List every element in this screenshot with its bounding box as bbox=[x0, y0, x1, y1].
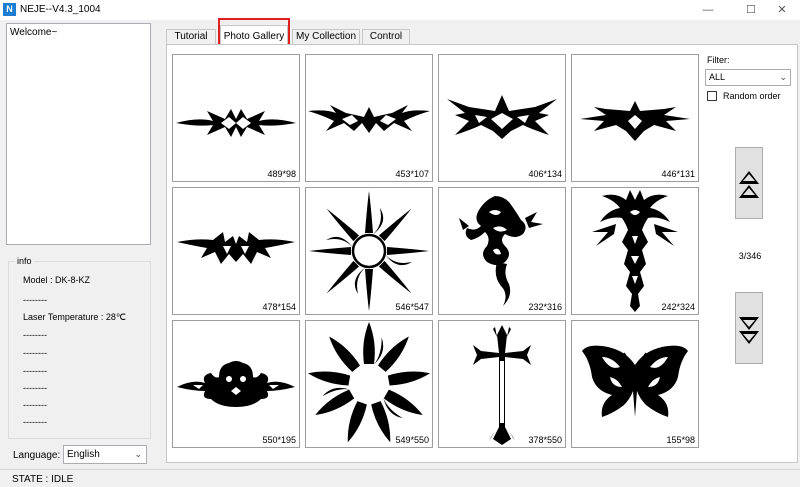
language-value: English bbox=[67, 449, 100, 460]
filter-select[interactable]: ALL ⌄ bbox=[705, 69, 791, 86]
tribal-band-icon bbox=[308, 105, 430, 133]
tab-control[interactable]: Control bbox=[362, 29, 410, 45]
image-dimensions: 155*98 bbox=[666, 435, 695, 445]
window-title: NEJE--V4.3_1004 bbox=[20, 4, 101, 15]
title-bar: N NEJE--V4.3_1004 — ☐ ✕ bbox=[0, 0, 800, 20]
info-separator: -------- bbox=[23, 417, 47, 427]
status-bar: STATE : IDLE bbox=[0, 469, 800, 487]
info-separator: -------- bbox=[23, 400, 47, 410]
tribal-figure-icon bbox=[592, 190, 678, 312]
gallery-item[interactable]: 155*98 bbox=[571, 320, 699, 448]
app-logo-icon: N bbox=[3, 3, 16, 16]
image-dimensions: 453*107 bbox=[395, 169, 429, 179]
gallery-item[interactable]: 406*134 bbox=[438, 54, 566, 182]
lion-band-icon bbox=[177, 361, 295, 407]
gallery-item[interactable]: 546*547 bbox=[305, 187, 433, 315]
cross-icon bbox=[473, 325, 531, 445]
log-textarea[interactable]: Welcome~ bbox=[6, 23, 151, 245]
gallery-item[interactable]: 453*107 bbox=[305, 54, 433, 182]
photo-gallery-panel: 489*98 453*107 406*134 446*131 478*154 5… bbox=[166, 44, 798, 463]
tribal-band-icon bbox=[447, 95, 557, 139]
image-dimensions: 378*550 bbox=[528, 435, 562, 445]
info-separator: -------- bbox=[23, 295, 47, 305]
page-up-button[interactable] bbox=[735, 147, 763, 219]
info-separator: -------- bbox=[23, 383, 47, 393]
image-dimensions: 489*98 bbox=[267, 169, 296, 179]
image-dimensions: 550*195 bbox=[262, 435, 296, 445]
image-dimensions: 446*131 bbox=[661, 169, 695, 179]
tab-tutorial[interactable]: Tutorial bbox=[166, 29, 216, 45]
tab-my-collection[interactable]: My Collection bbox=[292, 29, 360, 45]
chevron-down-icon: ⌄ bbox=[779, 72, 787, 82]
image-dimensions: 242*324 bbox=[661, 302, 695, 312]
arrow-up-icon bbox=[739, 171, 759, 198]
random-order-label: Random order bbox=[723, 91, 781, 101]
info-separator: -------- bbox=[23, 330, 47, 340]
info-separator: -------- bbox=[23, 366, 47, 376]
gallery-item[interactable]: 550*195 bbox=[172, 320, 300, 448]
tribal-band-icon bbox=[176, 109, 296, 137]
gallery-item[interactable]: 446*131 bbox=[571, 54, 699, 182]
dragon-icon bbox=[459, 196, 543, 306]
arrow-down-icon bbox=[739, 317, 759, 344]
info-panel: info Model : DK-8-KZ -------- Laser Temp… bbox=[8, 256, 151, 439]
laser-temperature-text: Laser Temperature : 28℃ bbox=[23, 312, 126, 322]
gallery-item[interactable]: 242*324 bbox=[571, 187, 699, 315]
page-down-button[interactable] bbox=[735, 292, 763, 364]
image-dimensions: 549*550 bbox=[395, 435, 429, 445]
gallery-item[interactable]: 549*550 bbox=[305, 320, 433, 448]
tribal-sun-icon bbox=[309, 191, 429, 311]
close-button[interactable]: ✕ bbox=[768, 2, 796, 18]
image-dimensions: 406*134 bbox=[528, 169, 562, 179]
filter-value: ALL bbox=[709, 72, 726, 82]
gallery-item[interactable]: 378*550 bbox=[438, 320, 566, 448]
status-text: STATE : IDLE bbox=[12, 474, 74, 485]
image-dimensions: 546*547 bbox=[395, 302, 429, 312]
gallery-item[interactable]: 478*154 bbox=[172, 187, 300, 315]
filter-label: Filter: bbox=[707, 55, 730, 65]
random-order-checkbox[interactable] bbox=[707, 91, 717, 101]
tribal-band-icon bbox=[177, 232, 295, 264]
info-separator: -------- bbox=[23, 348, 47, 358]
app-window: N NEJE--V4.3_1004 — ☐ ✕ Welcome~ info Mo… bbox=[0, 0, 800, 487]
info-title: info bbox=[15, 256, 34, 266]
language-label: Language: bbox=[13, 450, 61, 461]
minimize-button[interactable]: — bbox=[694, 2, 722, 18]
tribal-sun-icon bbox=[307, 322, 431, 443]
tribal-band-icon bbox=[580, 101, 690, 141]
page-counter: 3/346 bbox=[738, 251, 762, 261]
maximize-button[interactable]: ☐ bbox=[737, 2, 765, 18]
gallery-item[interactable]: 489*98 bbox=[172, 54, 300, 182]
butterfly-icon bbox=[582, 345, 688, 417]
image-dimensions: 232*316 bbox=[528, 302, 562, 312]
chevron-down-icon: ⌄ bbox=[134, 449, 142, 459]
image-dimensions: 478*154 bbox=[262, 302, 296, 312]
model-text: Model : DK-8-KZ bbox=[23, 275, 91, 285]
language-select[interactable]: English ⌄ bbox=[63, 445, 147, 464]
gallery-item[interactable]: 232*316 bbox=[438, 187, 566, 315]
